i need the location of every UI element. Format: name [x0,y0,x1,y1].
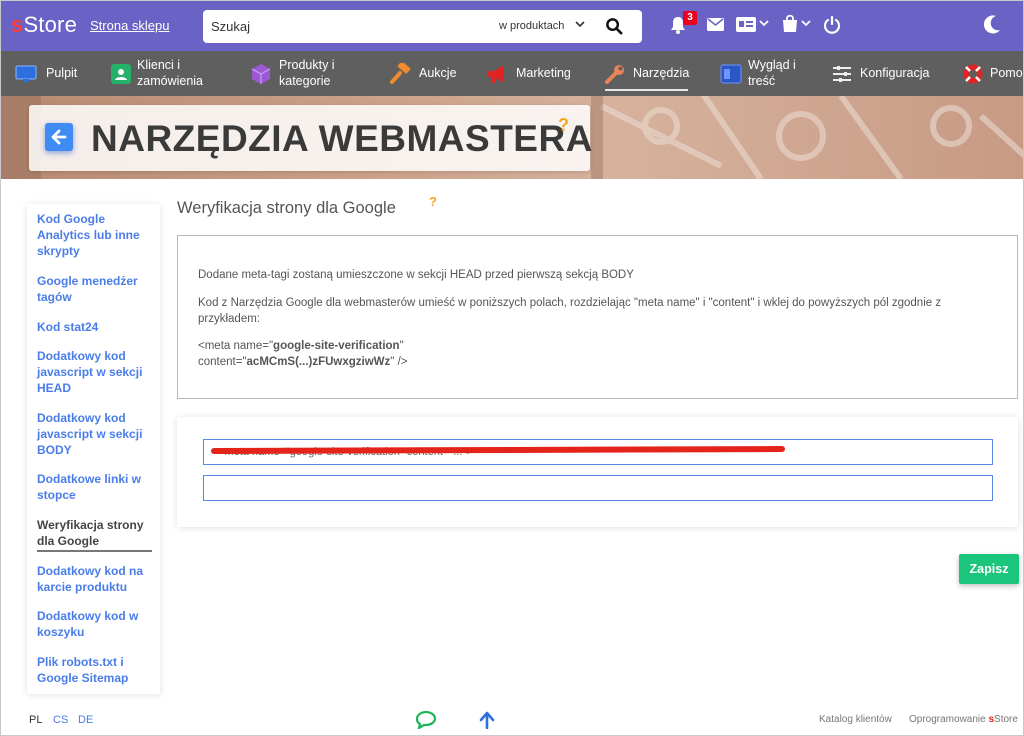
monitor-icon [15,65,37,82]
gavel-icon [390,63,411,84]
info-text-instructions: Kod z Narzędzia Google dla webmasterów u… [198,297,942,325]
contact-card-icon [111,64,131,84]
nav-item-konfiguracja[interactable]: Konfiguracja [831,51,941,96]
chevron-down-icon[interactable] [759,18,769,28]
sidebar-item-tag-manager[interactable]: Google menedżer tagów [37,273,152,305]
store-front-link[interactable]: Strona sklepu [90,18,170,33]
sidebar-item-js-head[interactable]: Dodatkowy kod javascript w sekcji HEAD [37,348,152,396]
notification-badge: 3 [683,11,697,25]
info-box: Dodane meta-tagi zostaną umieszczone w s… [177,235,1018,399]
sliders-icon [833,66,851,82]
section-title: Weryfikacja strony dla Google [177,199,396,217]
nav-active-indicator [605,89,688,91]
nav-item-pulpit[interactable]: Pulpit [15,51,85,96]
arrow-left-icon [51,129,67,145]
mail-icon[interactable] [707,18,724,31]
search-scope-select[interactable]: w produktach [499,20,564,32]
page-title: NARZĘDZIA WEBMASTERA [91,118,593,159]
back-button[interactable] [45,123,73,151]
nav-item-marketing[interactable]: Marketing [486,51,576,96]
info-text-placement: Dodane meta-tagi zostaną umieszczone w s… [198,269,634,281]
sidebar-item-google-analytics[interactable]: Kod Google Analytics lub inne skrypty [37,211,152,259]
section-help-icon[interactable]: ? [429,194,437,209]
megaphone-icon [488,65,504,83]
nav-item-wyglad[interactable]: Wygląd i treść [720,51,810,96]
power-icon[interactable] [823,15,841,34]
store-logo[interactable]: sStore [11,12,77,38]
customer-catalog-link[interactable]: Katalog klientów [819,714,892,725]
save-button[interactable]: Zapisz [959,554,1019,584]
dark-mode-moon-icon[interactable] [984,15,1001,34]
search-icon[interactable] [605,17,624,36]
sidebar-item-js-body[interactable]: Dodatkowy kod javascript w sekcji BODY [37,410,152,458]
nav-item-produkty[interactable]: Produkty i kategorie [250,51,350,96]
nav-item-klienci[interactable]: Klienci i zamówienia [110,51,210,96]
sidebar-item-cart-code[interactable]: Dodatkowy kod w koszyku [37,608,152,640]
sidebar-item-footer-links[interactable]: Dodatkowe linki w stopce [37,471,152,503]
sidebar-item-product-code[interactable]: Dodatkowy kod na karcie produktu [37,563,152,595]
layout-icon [720,64,742,84]
nav-item-aukcje[interactable]: Aukcje [390,51,460,96]
lang-de[interactable]: DE [78,714,93,726]
search-box: w produktach [203,10,642,43]
sidebar-menu: Kod Google Analytics lub inne skrypty Go… [27,204,160,694]
lifebuoy-icon [963,64,983,84]
nav-item-pomoc[interactable]: Pomoc [962,51,1023,96]
page-help-icon[interactable]: ? [558,115,569,136]
sidebar-item-robots-sitemap[interactable]: Plik robots.txt i Google Sitemap [37,654,152,686]
lang-pl[interactable]: PL [29,714,42,726]
cube-icon [251,64,271,84]
app-window: sStore Strona sklepu w produktach 3 Pulp… [0,0,1024,736]
chat-icon[interactable] [416,711,436,729]
chevron-down-icon[interactable] [801,18,811,28]
info-example-code: <meta name="google-site-verification" co… [198,340,408,368]
software-credit-link[interactable]: Oprogramowanie sStore [909,714,1018,725]
chevron-down-icon[interactable] [574,18,586,30]
meta-tag-field-2[interactable] [203,475,993,501]
top-bar: sStore Strona sklepu w produktach 3 [1,1,1023,51]
scroll-top-arrow-icon[interactable] [479,711,495,729]
verification-form [177,417,1018,527]
lang-cs[interactable]: CS [53,714,68,726]
sidebar-item-google-verification[interactable]: Weryfikacja strony dla Google [37,517,152,552]
main-nav: Pulpit Klienci i zamówienia Produkty i k… [1,51,1023,96]
id-card-icon[interactable] [736,17,756,32]
sidebar-item-stat24[interactable]: Kod stat24 [37,319,152,335]
shopping-bag-icon[interactable] [781,14,799,33]
search-input[interactable] [211,18,481,35]
wrench-icon [605,65,624,84]
